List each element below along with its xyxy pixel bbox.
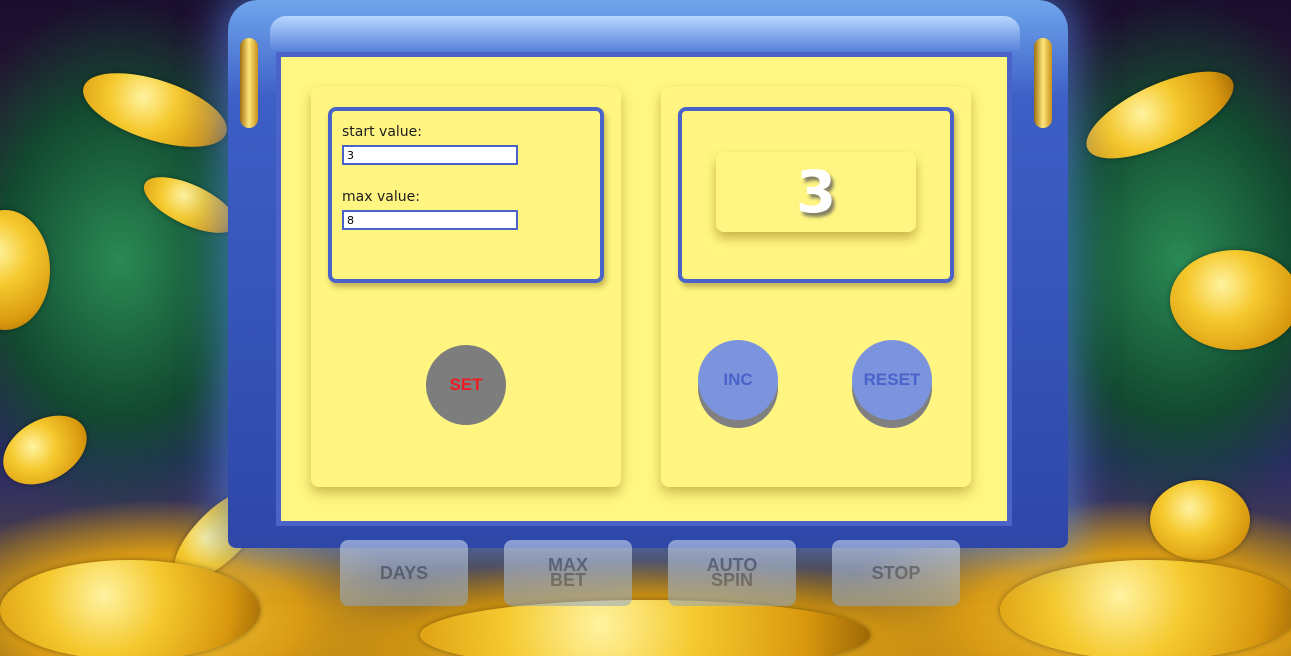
coin-decoration <box>420 600 870 656</box>
machine-key: STOP <box>832 540 960 606</box>
coin-decoration <box>1000 560 1291 656</box>
settings-box: start value: max value: <box>328 107 604 283</box>
counter-value: 3 <box>795 158 837 226</box>
coin-decoration <box>0 401 99 499</box>
max-value-label: max value: <box>342 189 420 205</box>
machine-key: MAX BET <box>504 540 632 606</box>
coin-decoration <box>1150 480 1250 560</box>
coin-decoration <box>0 560 260 656</box>
slot-machine-top <box>270 16 1020 50</box>
settings-card: start value: max value: SET <box>311 87 621 487</box>
counter-display: 3 <box>716 152 916 232</box>
machine-keys: DAYS MAX BET AUTO SPIN STOP <box>340 540 960 606</box>
reset-button[interactable]: RESET <box>852 340 932 420</box>
coin-decoration <box>0 210 50 330</box>
max-value-input[interactable] <box>342 210 518 230</box>
machine-key: AUTO SPIN <box>668 540 796 606</box>
counter-panel: start value: max value: SET 3 INC RESET <box>276 52 1012 526</box>
start-value-input[interactable] <box>342 145 518 165</box>
coin-decoration <box>1074 54 1246 176</box>
coin-decoration <box>74 58 236 162</box>
counter-display-box: 3 <box>678 107 954 283</box>
gold-pillar-right <box>1034 38 1052 128</box>
coin-decoration <box>1170 250 1291 350</box>
machine-key: DAYS <box>340 540 468 606</box>
counter-card: 3 INC RESET <box>661 87 971 487</box>
gold-pillar-left <box>240 38 258 128</box>
inc-button[interactable]: INC <box>698 340 778 420</box>
start-value-label: start value: <box>342 124 423 140</box>
set-button[interactable]: SET <box>426 345 506 425</box>
